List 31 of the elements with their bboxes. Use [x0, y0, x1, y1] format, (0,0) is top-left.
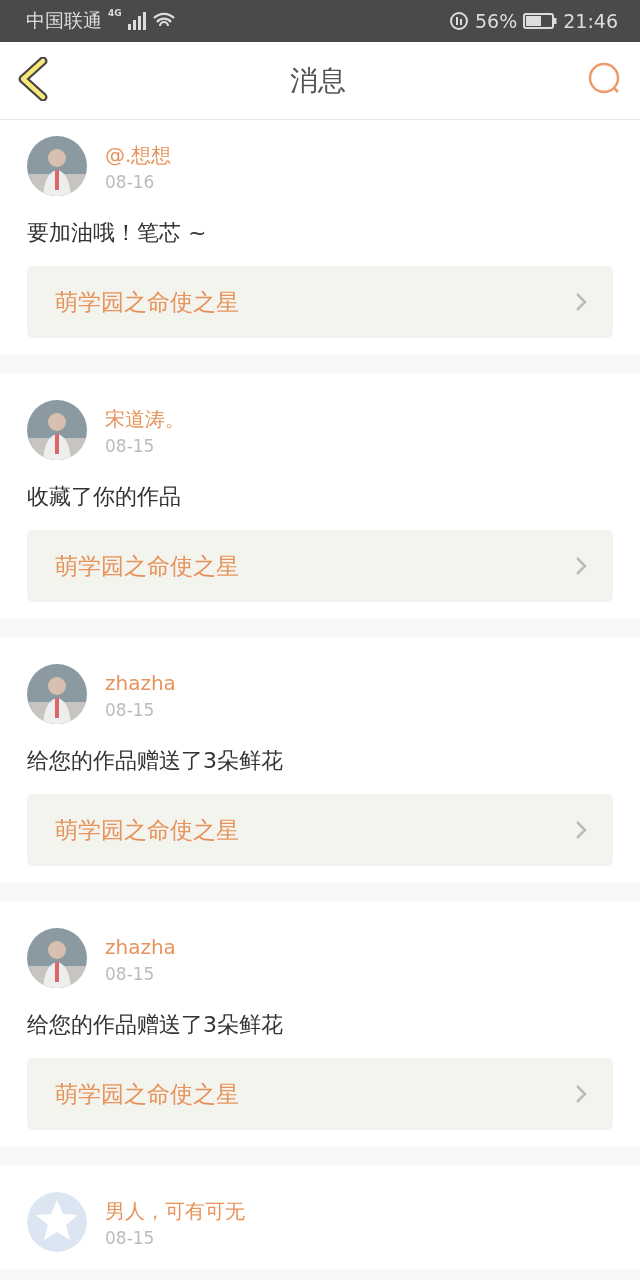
user-name[interactable]: zhazha: [105, 670, 176, 696]
clock-time: 21:46: [563, 10, 618, 32]
message-text: 要加油哦！笔芯 ~: [27, 219, 208, 247]
message-text: 给您的作品赠送了3朵鲜花: [27, 747, 284, 775]
message-date: 08-15: [105, 699, 156, 722]
network-type: 4G: [108, 8, 122, 18]
message-date: 08-16: [105, 171, 156, 194]
chevron-right-icon: [575, 820, 587, 840]
page-title: 消息: [290, 62, 346, 99]
message-text: 收藏了你的作品: [27, 483, 182, 511]
data-saver-icon: [449, 11, 469, 31]
message-text: 给您的作品赠送了3朵鲜花: [27, 1011, 284, 1039]
work-link[interactable]: 萌学园之命使之星: [27, 1058, 613, 1130]
chevron-right-icon: [575, 292, 587, 312]
user-name[interactable]: 男人，可有可无: [105, 1198, 245, 1224]
chevron-right-icon: [575, 1084, 587, 1104]
back-button[interactable]: [17, 57, 49, 104]
work-link[interactable]: 萌学园之命使之星: [27, 794, 613, 866]
message-date: 08-15: [105, 435, 156, 458]
signal-icon: [127, 12, 146, 30]
user-name[interactable]: zhazha: [105, 934, 176, 960]
message-date: 08-15: [105, 963, 156, 986]
work-link[interactable]: 萌学园之命使之星: [27, 530, 613, 602]
battery-percent: 56%: [475, 10, 518, 32]
battery-icon: [523, 13, 558, 29]
user-name[interactable]: 宋道涛。: [105, 406, 185, 432]
user-name[interactable]: @.想想: [105, 142, 172, 168]
work-link[interactable]: 萌学园之命使之星: [27, 266, 613, 338]
carrier-name: 中国联通: [26, 8, 102, 33]
chevron-right-icon: [575, 556, 587, 576]
message-date: 08-15: [105, 1227, 156, 1250]
